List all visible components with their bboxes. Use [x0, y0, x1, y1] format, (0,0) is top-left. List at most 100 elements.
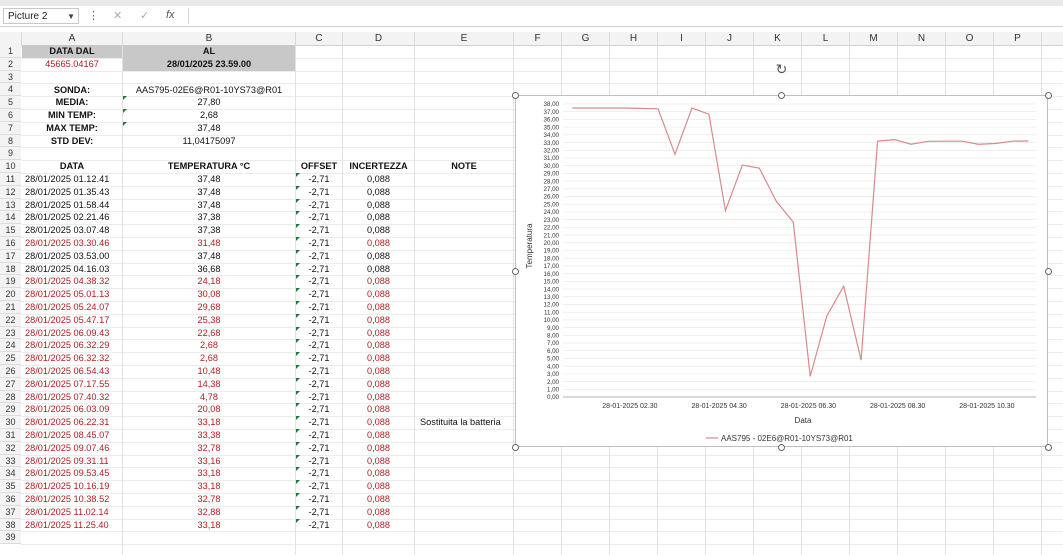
row-header[interactable]: 31 — [0, 429, 21, 442]
sonda-label[interactable]: SONDA: — [22, 84, 122, 97]
cell-data[interactable]: 28/01/2025 04.38.32 — [25, 275, 123, 288]
row-header[interactable]: 16 — [0, 237, 21, 250]
cell-temperatura[interactable]: 33,18 — [123, 519, 295, 532]
cell-temperatura[interactable]: 36,68 — [123, 263, 295, 276]
cell-offset[interactable]: -2,71 — [296, 186, 342, 199]
cell-note[interactable] — [420, 480, 540, 493]
cell-offset[interactable]: -2,71 — [296, 365, 342, 378]
column-header[interactable]: G — [562, 32, 610, 45]
cell-data[interactable]: 28/01/2025 03.07.48 — [25, 224, 123, 237]
header-offset[interactable]: OFFSET — [296, 160, 342, 173]
row-header[interactable]: 33 — [0, 454, 21, 468]
cell-data[interactable]: 28/01/2025 01.35.43 — [25, 186, 123, 199]
cell-data[interactable]: 28/01/2025 03.30.46 — [25, 237, 123, 250]
cell-data[interactable]: 28/01/2025 02.21.46 — [25, 211, 123, 224]
cell-temperatura[interactable]: 32,78 — [123, 442, 295, 455]
cell-temperatura[interactable]: 37,48 — [123, 199, 295, 212]
cell-offset[interactable]: -2,71 — [296, 211, 342, 224]
row-header[interactable]: 1 — [0, 45, 21, 58]
cell-offset[interactable]: -2,71 — [296, 173, 342, 186]
row-header[interactable]: 29 — [0, 403, 21, 417]
max-temp-label[interactable]: MAX TEMP: — [22, 122, 122, 135]
cell-incertezza[interactable]: 0,088 — [343, 352, 414, 365]
cell-incertezza[interactable]: 0,088 — [343, 199, 414, 212]
cell-offset[interactable]: -2,71 — [296, 519, 342, 532]
column-header[interactable]: M — [850, 32, 898, 45]
cell-offset[interactable]: -2,71 — [296, 275, 342, 288]
cell-incertezza[interactable]: 0,088 — [343, 429, 414, 442]
cell-incertezza[interactable]: 0,088 — [343, 327, 414, 340]
cell-incertezza[interactable]: 0,088 — [343, 224, 414, 237]
cell-temperatura[interactable]: 33,18 — [123, 480, 295, 493]
column-header[interactable]: J — [706, 32, 754, 45]
cell-note[interactable] — [420, 455, 540, 468]
cell-offset[interactable]: -2,71 — [296, 352, 342, 365]
cell-data[interactable]: 28/01/2025 01.58.44 — [25, 199, 123, 212]
cell-data[interactable]: 28/01/2025 06.54.43 — [25, 365, 123, 378]
column-header[interactable]: H — [610, 32, 658, 45]
row-header[interactable]: 2 — [0, 57, 21, 71]
cell-offset[interactable]: -2,71 — [296, 480, 342, 493]
more-options-icon[interactable]: ⋮ — [88, 9, 99, 22]
media-value[interactable]: 27,80 — [123, 96, 295, 109]
cell-offset[interactable]: -2,71 — [296, 237, 342, 250]
cell-offset[interactable]: -2,71 — [296, 224, 342, 237]
row-header[interactable]: 26 — [0, 365, 21, 378]
cell-note[interactable] — [420, 519, 540, 532]
cell-incertezza[interactable]: 0,088 — [343, 442, 414, 455]
row-header[interactable]: 39 — [0, 531, 21, 545]
cell-incertezza[interactable]: 0,088 — [343, 186, 414, 199]
cell-incertezza[interactable]: 0,088 — [343, 288, 414, 301]
row-header[interactable]: 30 — [0, 416, 21, 429]
row-header[interactable]: 5 — [0, 96, 21, 109]
row-header[interactable]: 37 — [0, 505, 21, 519]
cell-offset[interactable]: -2,71 — [296, 378, 342, 391]
cell-temperatura[interactable]: 37,48 — [123, 173, 295, 186]
cell-temperatura[interactable]: 30,08 — [123, 288, 295, 301]
cell-incertezza[interactable]: 0,088 — [343, 493, 414, 506]
cell-incertezza[interactable]: 0,088 — [343, 314, 414, 327]
cell-data[interactable]: 28/01/2025 01.12.41 — [25, 173, 123, 186]
row-header[interactable]: 12 — [0, 185, 21, 199]
resize-handle[interactable] — [1044, 443, 1052, 451]
row-header[interactable]: 20 — [0, 288, 21, 301]
cell-temperatura[interactable]: 37,38 — [123, 211, 295, 224]
cell-temperatura[interactable]: 22,68 — [123, 327, 295, 340]
min-temp-value[interactable]: 2,68 — [123, 109, 295, 122]
cell-offset[interactable]: -2,71 — [296, 199, 342, 212]
cell-temperatura[interactable]: 32,88 — [123, 506, 295, 519]
select-all-corner[interactable] — [0, 32, 22, 45]
std-dev-label[interactable]: STD DEV: — [22, 135, 122, 148]
resize-handle[interactable] — [511, 91, 519, 99]
column-header[interactable]: F — [514, 32, 562, 45]
cell-temperatura[interactable]: 33,18 — [123, 467, 295, 480]
cell-incertezza[interactable]: 0,088 — [343, 250, 414, 263]
column-header[interactable]: L — [802, 32, 850, 45]
cell-temperatura[interactable]: 29,68 — [123, 301, 295, 314]
cell-note[interactable] — [420, 467, 540, 480]
resize-handle[interactable] — [778, 91, 785, 99]
al-value[interactable]: 28/01/2025 23.59.00 — [123, 58, 295, 71]
column-header[interactable]: D — [343, 32, 415, 45]
cell-incertezza[interactable]: 0,088 — [343, 365, 414, 378]
chevron-down-icon[interactable]: ▼ — [67, 9, 75, 25]
resize-handle[interactable] — [778, 443, 785, 451]
cell-offset[interactable]: -2,71 — [296, 339, 342, 352]
row-header[interactable]: 10 — [0, 160, 21, 173]
cell-data[interactable]: 28/01/2025 08.45.07 — [25, 429, 123, 442]
cell-incertezza[interactable]: 0,088 — [343, 403, 414, 416]
column-header[interactable]: K — [754, 32, 802, 45]
cell-temperatura[interactable]: 24,18 — [123, 275, 295, 288]
max-temp-value[interactable]: 37,48 — [123, 122, 295, 135]
cell-incertezza[interactable]: 0,088 — [343, 506, 414, 519]
column-header[interactable]: I — [658, 32, 706, 45]
cell-data[interactable]: 28/01/2025 05.24.07 — [25, 301, 123, 314]
name-box[interactable]: Picture 2 ▼ — [3, 8, 79, 24]
row-header[interactable]: 13 — [0, 198, 21, 212]
column-header[interactable]: C — [296, 32, 343, 45]
std-dev-value[interactable]: 11,04175097 — [123, 135, 295, 148]
row-header[interactable]: 15 — [0, 224, 21, 237]
cell-data[interactable]: 28/01/2025 06.03.09 — [25, 403, 123, 416]
row-header[interactable]: 19 — [0, 275, 21, 289]
cell-offset[interactable]: -2,71 — [296, 416, 342, 429]
